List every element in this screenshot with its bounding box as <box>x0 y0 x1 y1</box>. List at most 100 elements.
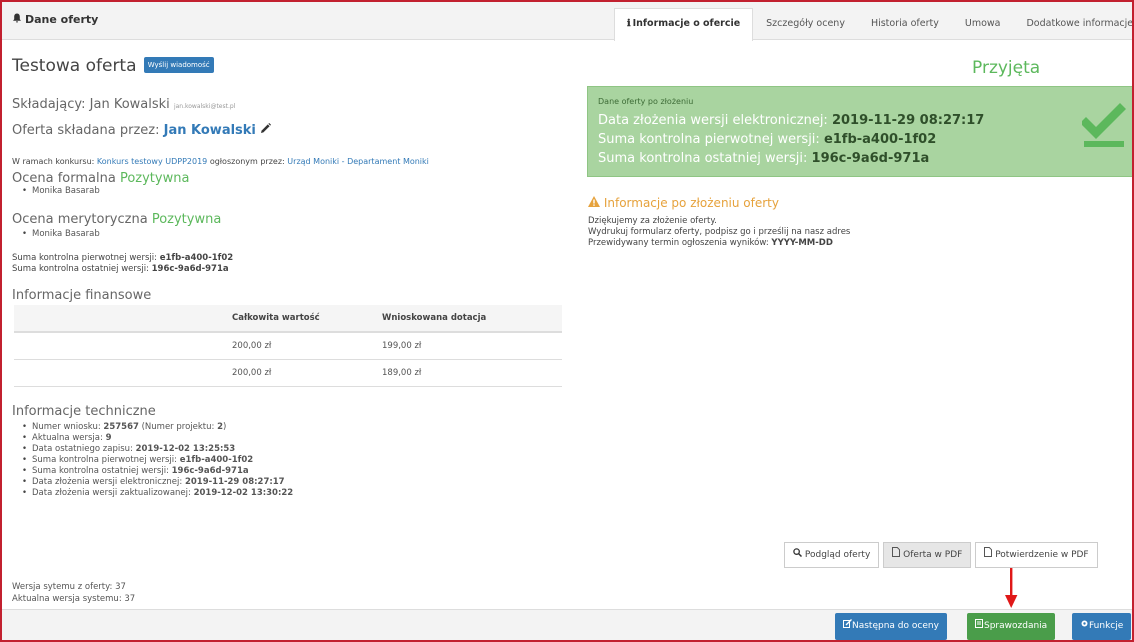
finance-title: Informacje finansowe <box>12 288 151 303</box>
tab-label: Informacje o ofercie <box>632 18 741 29</box>
info-icon: ℹ <box>627 18 631 29</box>
list-item: Suma kontrolna pierwotnej wersji: e1fb-a… <box>12 455 293 466</box>
item-value: 2019-12-02 13:25:53 <box>135 444 236 454</box>
table-header-row: Całkowita wartość Wnioskowana dotacja <box>14 305 562 333</box>
item-label: Data złożenia wersji zaktualizowanej: <box>32 488 191 498</box>
formal-label: Ocena formalna <box>12 171 116 186</box>
table-row: 200,00 zł 199,00 zł <box>14 332 562 360</box>
table-header: Całkowita wartość <box>232 305 382 333</box>
tech-title-text: Informacje techniczne <box>12 404 156 419</box>
table-cell: 200,00 zł <box>232 359 382 387</box>
table-cell: 189,00 zł <box>382 359 562 387</box>
tech-title: Informacje techniczne <box>12 404 156 419</box>
tab-evaluation-details[interactable]: Szczegóły oceny <box>753 8 858 40</box>
submission-info-box: Dane oferty po złożeniu Data złożenia we… <box>587 86 1132 177</box>
item-value: 196c-9a6d-971a <box>171 466 249 476</box>
list-item: Data złożenia wersji zaktualizowanej: 20… <box>12 488 293 499</box>
tab-offer-history[interactable]: Historia oferty <box>858 8 952 40</box>
item-label: Data ostatniego zapisu: <box>32 444 133 454</box>
edit-icon <box>843 619 852 631</box>
submission-cs-last: 196c-9a6d-971a <box>811 151 930 166</box>
submitter-name: Jan Kowalski <box>89 97 170 112</box>
formal-value: Pozytywna <box>119 171 190 186</box>
offer-status: Przyjęta <box>972 58 1041 78</box>
system-offer-version: Wersja sytemu z oferty: 37 <box>12 582 126 592</box>
table-header: Wnioskowana dotacja <box>382 305 562 333</box>
list-item: Aktualna wersja: 9 <box>12 433 293 444</box>
document-buttons: Podgląd oferty Oferta w PDF Potwierdzeni… <box>784 542 1098 568</box>
contest-link[interactable]: Konkurs testowy UDPP2019 <box>97 157 207 166</box>
tech-info-list: Numer wniosku: 257567 (Numer projektu: 2… <box>12 422 293 499</box>
submitted-by-name-link[interactable]: Jan Kowalski <box>164 123 256 138</box>
checksum-last-label: Suma kontrolna ostatniej wersji: <box>12 264 149 274</box>
table-header <box>14 305 232 333</box>
panel-header: Dane oferty ℹ Informacje o ofercie Szczeg… <box>2 2 1132 41</box>
submitted-by-line: Oferta składana przez: Jan Kowalski <box>12 123 272 138</box>
merit-evaluation: Ocena merytoryczna Pozytywna <box>12 212 221 227</box>
table-cell <box>14 332 232 360</box>
file-icon <box>975 619 984 631</box>
warning-icon <box>588 196 604 210</box>
post-line-1: Dziękujemy za złożenie oferty. <box>588 216 717 226</box>
finance-table: Całkowita wartość Wnioskowana dotacja 20… <box>14 305 562 387</box>
next-to-evaluate-button[interactable]: Następna do oceny <box>835 613 947 640</box>
tab-bar: ℹ Informacje o ofercie Szczegóły oceny Hi… <box>614 8 1132 41</box>
reports-label: Sprawozdania <box>984 621 1048 631</box>
submitted-by-label: Oferta składana przez: <box>12 123 160 138</box>
arrow-down-icon <box>1004 568 1018 608</box>
pencil-icon[interactable] <box>260 123 272 138</box>
table-row: 200,00 zł 189,00 zł <box>14 359 562 387</box>
submitter-label: Składający: <box>12 97 86 112</box>
functions-button[interactable]: Funkcje <box>1072 613 1132 640</box>
table-cell: 199,00 zł <box>382 332 562 360</box>
contest-org-link[interactable]: Urząd Moniki - Departament Moniki <box>287 157 429 166</box>
table-cell: 200,00 zł <box>232 332 382 360</box>
list-item: Suma kontrolna ostatniej wersji: 196c-9a… <box>12 466 293 477</box>
formal-evaluation: Ocena formalna Pozytywna <box>12 171 189 186</box>
item-label: Numer wniosku: <box>32 422 101 432</box>
send-message-button[interactable]: Wyślij wiadomość <box>143 57 214 73</box>
list-item: Monika Basarab <box>12 229 100 240</box>
submission-box-heading: Dane oferty po złożeniu <box>598 97 694 106</box>
preview-offer-label: Podgląd oferty <box>804 550 871 560</box>
contest-prefix: W ramach konkursu: <box>12 157 95 166</box>
system-versions: Wersja sytemu z oferty: 37 Aktualna wers… <box>12 581 135 605</box>
submission-edate: 2019-11-29 08:27:17 <box>831 113 985 128</box>
item-label: Data złożenia wersji elektronicznej: <box>32 477 183 487</box>
post-submission-title: Informacje po złożeniu oferty <box>588 196 779 210</box>
submission-box-lines: Data złożenia wersji elektronicznej: 201… <box>598 111 984 168</box>
merit-value: Pozytywna <box>151 212 222 227</box>
list-item: Data ostatniego zapisu: 2019-12-02 13:25… <box>12 444 293 455</box>
page-title: Testowa oferta <box>12 56 137 76</box>
formal-evaluator-list: Monika Basarab <box>12 186 100 197</box>
tab-offer-info[interactable]: ℹ Informacje o ofercie <box>614 8 754 41</box>
tab-contract[interactable]: Umowa <box>952 8 1014 40</box>
post-line-2: Wydrukuj formularz oferty, podpisz go i … <box>588 227 851 237</box>
post-submission-text: Dziękujemy za złożenie oferty. Wydrukuj … <box>588 216 850 249</box>
reports-button[interactable]: Sprawozdania <box>967 613 1056 640</box>
item-label: Suma kontrolna pierwotnej wersji: <box>32 455 178 465</box>
submission-edate-label: Data złożenia wersji elektronicznej: <box>598 113 828 128</box>
offer-pdf-button[interactable]: Oferta w PDF <box>883 542 972 568</box>
submission-cs-orig: e1fb-a400-1f02 <box>823 132 937 147</box>
functions-label: Funkcje <box>1089 621 1124 631</box>
list-item: Numer wniosku: 257567 (Numer projektu: 2… <box>12 422 293 433</box>
post-line-3-label: Przewidywany termin ogłoszenia wyników: <box>588 238 769 248</box>
checksum-original: e1fb-a400-1f02 <box>159 253 234 263</box>
panel-title: Dane oferty <box>12 13 98 26</box>
gear-icon <box>1080 620 1089 631</box>
checksum-original-label: Suma kontrolna pierwotnej wersji: <box>12 253 158 263</box>
tab-additional-info[interactable]: Dodatkowe informacje <box>1013 8 1132 40</box>
item-value: e1fb-a400-1f02 <box>179 455 254 465</box>
submission-cs-last-label: Suma kontrolna ostatniej wersji: <box>598 151 808 166</box>
item-value: 9 <box>105 433 112 443</box>
confirmation-pdf-button[interactable]: Potwierdzenie w PDF <box>975 542 1098 568</box>
contest-mid: ogłoszonym przez: <box>209 157 285 166</box>
title-row: Testowa oferta Wyślij wiadomość <box>12 56 214 76</box>
panel-title-text: Dane oferty <box>25 13 99 26</box>
file-pdf-icon <box>984 547 993 560</box>
item-label: (Numer projektu: <box>141 422 215 432</box>
checksum-last: 196c-9a6d-971a <box>151 264 229 274</box>
preview-offer-button[interactable]: Podgląd oferty <box>784 542 880 568</box>
offer-pdf-label: Oferta w PDF <box>903 550 963 560</box>
